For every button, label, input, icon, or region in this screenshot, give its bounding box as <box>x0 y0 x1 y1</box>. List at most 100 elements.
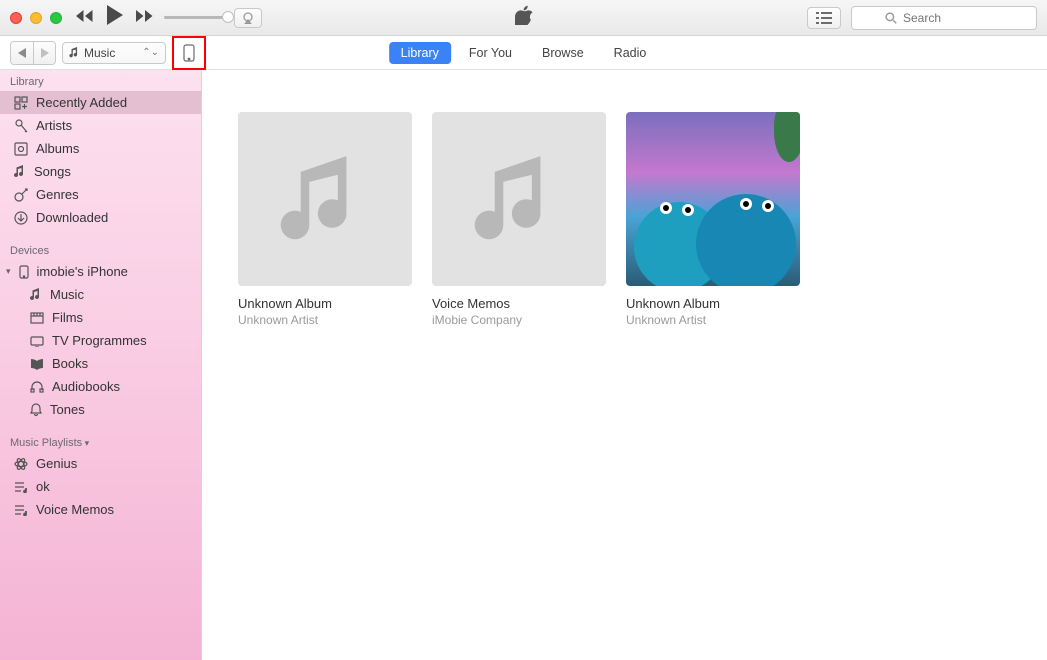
sidebar-item-device-books[interactable]: Books <box>0 352 201 375</box>
album-title: Unknown Album <box>626 296 800 311</box>
album-title: Voice Memos <box>432 296 606 311</box>
window-controls <box>10 12 62 24</box>
sidebar-item-label: Genius <box>36 456 77 471</box>
sidebar-item-label: Downloaded <box>36 210 108 225</box>
sidebar-item-label: Music <box>50 287 84 302</box>
minimize-window[interactable] <box>30 12 42 24</box>
sidebar-item-label: Artists <box>36 118 72 133</box>
album-card[interactable]: Unknown Album Unknown Artist <box>626 112 800 327</box>
tv-icon <box>30 335 44 347</box>
disclosure-icon: ▾ <box>6 266 11 277</box>
sidebar-item-label: Films <box>52 310 83 325</box>
section-tabs: Library For You Browse Radio <box>389 42 659 64</box>
tab-browse[interactable]: Browse <box>530 42 596 64</box>
sidebar: Library Recently Added Artists Albums So… <box>0 70 202 660</box>
titlebar <box>0 0 1047 36</box>
sidebar-item-device-films[interactable]: Films <box>0 306 201 329</box>
airplay-button[interactable] <box>234 8 262 28</box>
bell-icon <box>30 403 42 417</box>
music-note-icon <box>14 165 26 179</box>
sidebar-item-device-audiobooks[interactable]: Audiobooks <box>0 375 201 398</box>
phone-icon <box>183 44 195 62</box>
tab-for-you[interactable]: For You <box>457 42 524 64</box>
forward-icon[interactable] <box>136 9 154 27</box>
sidebar-header-playlists[interactable]: Music Playlists <box>0 431 201 452</box>
apple-logo-icon <box>515 5 533 30</box>
album-art-placeholder <box>432 112 606 286</box>
rewind-icon[interactable] <box>76 9 94 27</box>
sidebar-item-device-tv[interactable]: TV Programmes <box>0 329 201 352</box>
forward-button[interactable] <box>33 42 55 64</box>
music-note-icon <box>280 149 370 249</box>
album-artist: Unknown Artist <box>238 313 412 327</box>
sidebar-item-albums[interactable]: Albums <box>0 137 201 160</box>
playlist-icon <box>14 504 28 516</box>
close-window[interactable] <box>10 12 22 24</box>
sidebar-item-device[interactable]: ▾ imobie's iPhone <box>0 260 201 283</box>
sidebar-item-artists[interactable]: Artists <box>0 114 201 137</box>
nav-row: Music ⌃⌄ Library For You Browse Radio <box>0 36 1047 70</box>
film-icon <box>30 312 44 324</box>
chevron-updown-icon: ⌃⌄ <box>142 47 159 58</box>
guitar-icon <box>14 188 28 202</box>
book-icon <box>30 358 44 370</box>
sidebar-item-songs[interactable]: Songs <box>0 160 201 183</box>
album-card[interactable]: Unknown Album Unknown Artist <box>238 112 412 327</box>
music-note-icon <box>69 47 80 59</box>
music-note-icon <box>474 149 564 249</box>
sidebar-item-recently-added[interactable]: Recently Added <box>0 91 201 114</box>
sidebar-item-label: Voice Memos <box>36 502 114 517</box>
sidebar-item-label: Books <box>52 356 88 371</box>
sidebar-item-device-music[interactable]: Music <box>0 283 201 306</box>
sidebar-item-genres[interactable]: Genres <box>0 183 201 206</box>
sidebar-item-label: ok <box>36 479 50 494</box>
device-button-highlight <box>172 36 206 70</box>
phone-icon <box>19 265 29 279</box>
sidebar-header-library: Library <box>0 70 201 91</box>
media-picker[interactable]: Music ⌃⌄ <box>62 42 166 64</box>
microphone-icon <box>14 119 28 133</box>
music-note-icon <box>30 288 42 302</box>
play-icon[interactable] <box>106 5 124 30</box>
search-input[interactable] <box>851 6 1037 30</box>
sidebar-item-ok[interactable]: ok <box>0 475 201 498</box>
sidebar-item-label: Tones <box>50 402 85 417</box>
sidebar-item-label: TV Programmes <box>52 333 147 348</box>
playback-controls <box>76 5 154 30</box>
download-icon <box>14 211 28 225</box>
sidebar-item-label: Songs <box>34 164 71 179</box>
sidebar-item-device-tones[interactable]: Tones <box>0 398 201 421</box>
sidebar-item-genius[interactable]: Genius <box>0 452 201 475</box>
atom-icon <box>14 457 28 471</box>
search-icon <box>885 12 897 24</box>
album-art-placeholder <box>238 112 412 286</box>
volume-slider[interactable] <box>164 16 226 19</box>
zoom-window[interactable] <box>50 12 62 24</box>
sidebar-item-label: Genres <box>36 187 79 202</box>
sidebar-item-label: imobie's iPhone <box>37 264 128 279</box>
album-card[interactable]: Voice Memos iMobie Company <box>432 112 606 327</box>
sidebar-item-label: Audiobooks <box>52 379 120 394</box>
sidebar-item-downloaded[interactable]: Downloaded <box>0 206 201 229</box>
sidebar-item-voice-memos[interactable]: Voice Memos <box>0 498 201 521</box>
album-artist: Unknown Artist <box>626 313 800 327</box>
nav-history <box>10 41 56 65</box>
album-art-image <box>626 112 800 286</box>
sidebar-item-label: Recently Added <box>36 95 127 110</box>
album-icon <box>14 142 28 156</box>
album-title: Unknown Album <box>238 296 412 311</box>
device-button[interactable] <box>175 39 203 67</box>
tab-library[interactable]: Library <box>389 42 451 64</box>
list-view-button[interactable] <box>807 7 841 29</box>
playlist-icon <box>14 481 28 493</box>
album-artist: iMobie Company <box>432 313 606 327</box>
back-button[interactable] <box>11 42 33 64</box>
search-input-field[interactable] <box>903 11 1003 25</box>
album-grid: Unknown Album Unknown Artist Voice Memos… <box>202 70 1047 660</box>
sidebar-item-label: Albums <box>36 141 79 156</box>
sidebar-header-devices: Devices <box>0 239 201 260</box>
tab-radio[interactable]: Radio <box>602 42 659 64</box>
grid-add-icon <box>14 96 28 110</box>
headphones-icon <box>30 381 44 393</box>
media-picker-label: Music <box>84 46 115 60</box>
